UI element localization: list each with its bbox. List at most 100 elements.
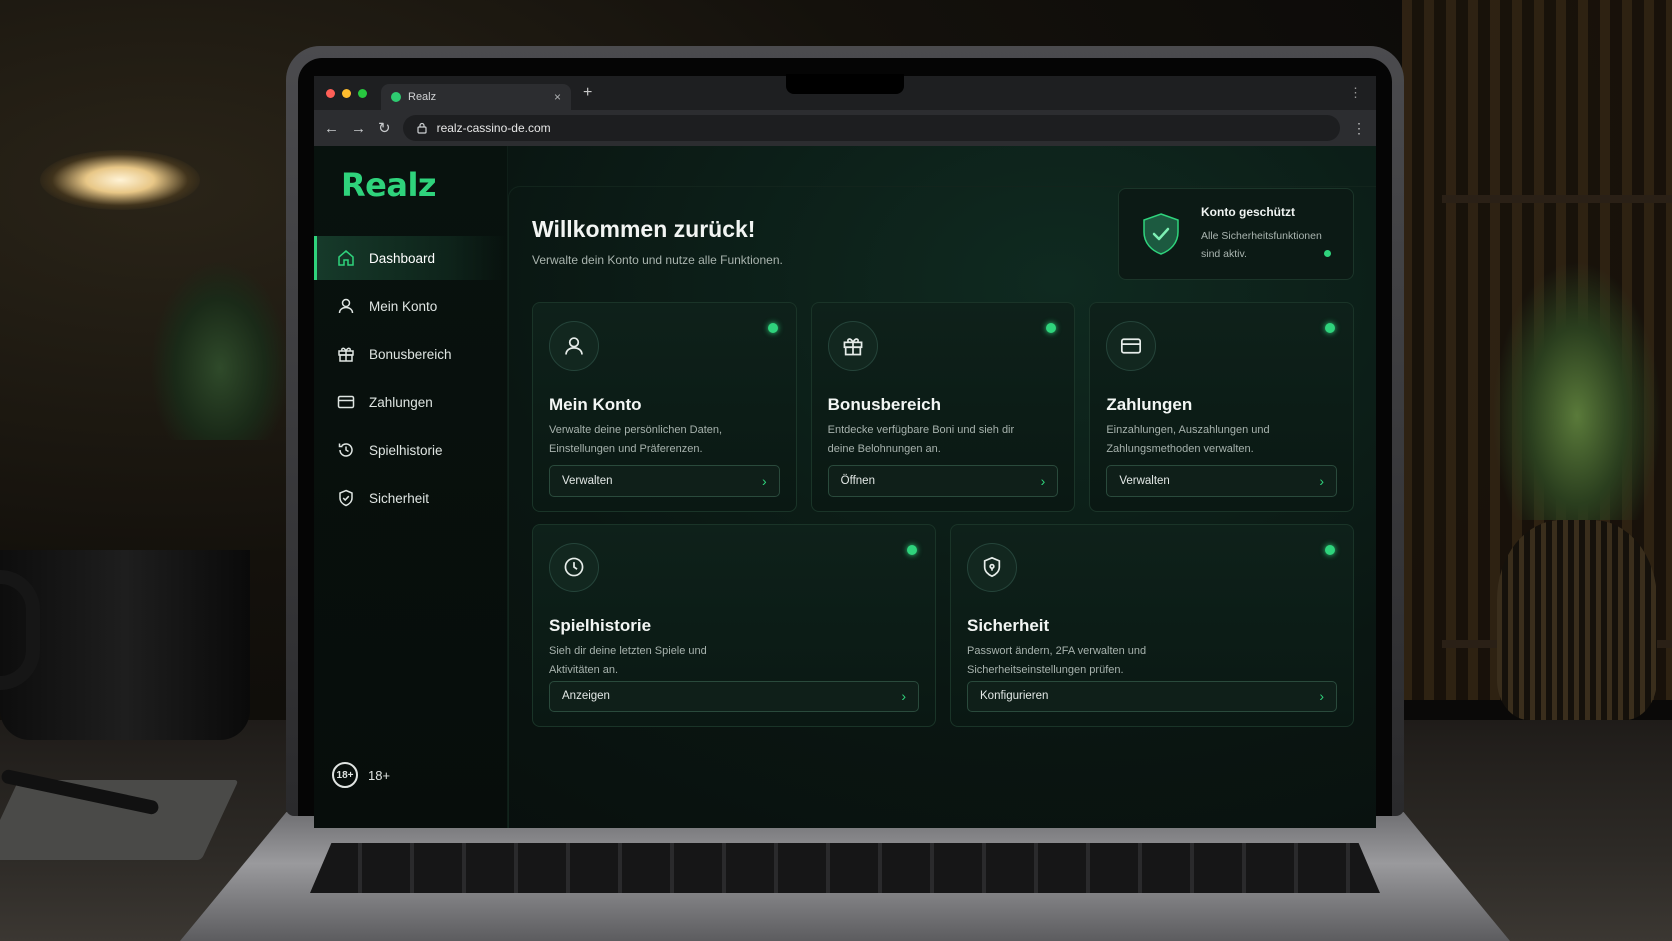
browser-tab[interactable]: Realz × [381, 84, 571, 110]
button-label: Konfigurieren [980, 690, 1049, 703]
chevron-right-icon: › [1040, 473, 1046, 489]
status-dot [767, 323, 778, 333]
clock-icon [549, 543, 599, 592]
main-content: Willkommen zurück! Verwalte dein Konto u… [508, 146, 1376, 828]
card-title: Zahlungen [1106, 395, 1193, 414]
lamp-glow [40, 150, 200, 210]
status-dot [1325, 545, 1335, 555]
home-icon [337, 249, 355, 267]
card-description: Verwalte deine persönlichen Daten, Einst… [549, 424, 723, 455]
card-title: Bonusbereich [827, 395, 942, 414]
button-label: Verwalten [1119, 475, 1170, 487]
user-icon [337, 297, 355, 315]
chevron-right-icon: › [901, 688, 906, 705]
plant [150, 260, 290, 440]
chevron-right-icon: › [761, 473, 767, 489]
chevron-right-icon: › [1319, 688, 1324, 705]
sidebar-item-label: Zahlungen [369, 394, 433, 410]
status-title: Konto geschützt [1201, 205, 1295, 219]
status-description: Alle Sicherheitsfunktionen sind aktiv. [1201, 230, 1322, 260]
back-icon[interactable]: ← [324, 120, 339, 137]
page-title: Willkommen zurück! [532, 216, 756, 242]
gift-icon [827, 321, 878, 371]
card-icon [337, 393, 355, 411]
status-dot [1046, 323, 1057, 333]
verwalten-button[interactable]: Verwalten › [549, 465, 780, 497]
tab-title: Realz [408, 91, 437, 103]
status-text: Konto geschützt Alle Sicherheitsfunktion… [1201, 205, 1325, 263]
sidebar-item-dashboard[interactable]: Dashboard [314, 236, 507, 280]
sidebar-item-label: Mein Konto [369, 298, 438, 314]
sidebar-item-mein-konto[interactable]: Mein Konto [314, 284, 507, 328]
card-mein-konto: Mein Konto Verwalte deine persönlichen D… [532, 302, 797, 512]
oeffnen-button[interactable]: Öffnen › [827, 465, 1059, 497]
anzeigen-button[interactable]: Anzeigen › [549, 680, 919, 712]
history-icon [337, 441, 355, 459]
verwalten-button[interactable]: Verwalten › [1106, 465, 1337, 497]
screen: Realz × + ⋮ ← → ↻ realz-cassino-de.com ⋮… [314, 76, 1376, 828]
card-title: Sicherheit [967, 615, 1050, 635]
status-dot [907, 545, 917, 555]
sidebar-item-label: Bonusbereich [369, 346, 452, 362]
card-zahlungen: Zahlungen Einzahlungen, Auszahlungen und… [1089, 302, 1354, 512]
card-spielhistorie: Spielhistorie Sieh dir deine letzten Spi… [532, 524, 936, 727]
shelf [1442, 195, 1672, 203]
button-label: Öffnen [840, 475, 875, 487]
chevron-right-icon: › [1319, 473, 1324, 489]
camera-notch [786, 74, 904, 94]
address-bar: ← → ↻ realz-cassino-de.com ⋮ [314, 110, 1376, 146]
age-badge-icon: 18+ [332, 762, 358, 788]
new-tab-button[interactable]: + [583, 84, 592, 102]
sidebar-item-label: Sicherheit [369, 490, 430, 506]
status-dot [1324, 323, 1335, 333]
sidebar-item-bonusbereich[interactable]: Bonusbereich [314, 332, 507, 376]
logo[interactable]: Realz [314, 166, 507, 214]
welcome-block: Willkommen zurück! Verwalte dein Konto u… [532, 188, 783, 280]
minimize-window-button[interactable] [342, 88, 351, 98]
plant [1492, 260, 1662, 520]
button-label: Anzeigen [562, 690, 610, 703]
laptop-lid: Realz × + ⋮ ← → ↻ realz-cassino-de.com ⋮… [286, 46, 1404, 828]
tab-close-icon[interactable]: × [554, 90, 561, 104]
user-icon [549, 321, 599, 371]
forward-icon[interactable]: → [351, 120, 366, 137]
keyboard [310, 843, 1380, 893]
url-field[interactable]: realz-cassino-de.com [402, 115, 1340, 141]
feature-cards-row: Mein Konto Verwalte deine persönlichen D… [532, 302, 1354, 512]
sidebar-item-sicherheit[interactable]: Sicherheit [314, 476, 507, 520]
close-window-button[interactable] [326, 88, 335, 98]
reload-icon[interactable]: ↻ [378, 119, 391, 137]
dashboard-header: Willkommen zurück! Verwalte dein Konto u… [532, 188, 1354, 280]
feature-cards-row: Spielhistorie Sieh dir deine letzten Spi… [532, 524, 1354, 727]
shield-lock-icon [967, 543, 1017, 592]
maximize-window-button[interactable] [358, 88, 367, 98]
card-sicherheit: Sicherheit Passwort ändern, 2FA verwalte… [950, 524, 1354, 727]
url-text: realz-cassino-de.com [436, 121, 551, 135]
notebook [0, 780, 239, 860]
app: Realz Dashboard Mein Konto Bonusbereich … [314, 146, 1376, 828]
sidebar-item-zahlungen[interactable]: Zahlungen [314, 380, 507, 424]
browser-menu-icon[interactable]: ⋮ [1352, 120, 1366, 137]
card-icon [1106, 321, 1157, 371]
lock-icon [416, 122, 427, 134]
favicon-icon [391, 92, 401, 102]
card-bonusbereich: Bonusbereich Entdecke verfügbare Boni un… [810, 302, 1076, 512]
screen-bezel: Realz × + ⋮ ← → ↻ realz-cassino-de.com ⋮… [298, 58, 1392, 828]
sidebar-item-spielhistorie[interactable]: Spielhistorie [314, 428, 507, 472]
vase [1497, 520, 1657, 720]
tab-menu-icon[interactable]: ⋮ [1349, 85, 1362, 101]
konfigurieren-button[interactable]: Konfigurieren › [967, 680, 1337, 712]
card-description: Passwort ändern, 2FA verwalten und Siche… [967, 644, 1147, 676]
page-subtitle: Verwalte dein Konto und nutze alle Funkt… [532, 253, 783, 267]
window-controls [326, 88, 367, 98]
shield-check-icon [1143, 213, 1179, 255]
button-label: Verwalten [562, 475, 613, 487]
shield-icon [337, 489, 355, 507]
age-restriction: 18+ 18+ [332, 762, 390, 788]
sidebar-item-label: Spielhistorie [369, 442, 443, 458]
sidebar-item-label: Dashboard [369, 250, 436, 266]
card-title: Spielhistorie [549, 615, 652, 635]
sidebar: Realz Dashboard Mein Konto Bonusbereich … [314, 146, 508, 828]
account-status-card: Konto geschützt Alle Sicherheitsfunktion… [1118, 188, 1354, 280]
card-title: Mein Konto [549, 395, 642, 414]
